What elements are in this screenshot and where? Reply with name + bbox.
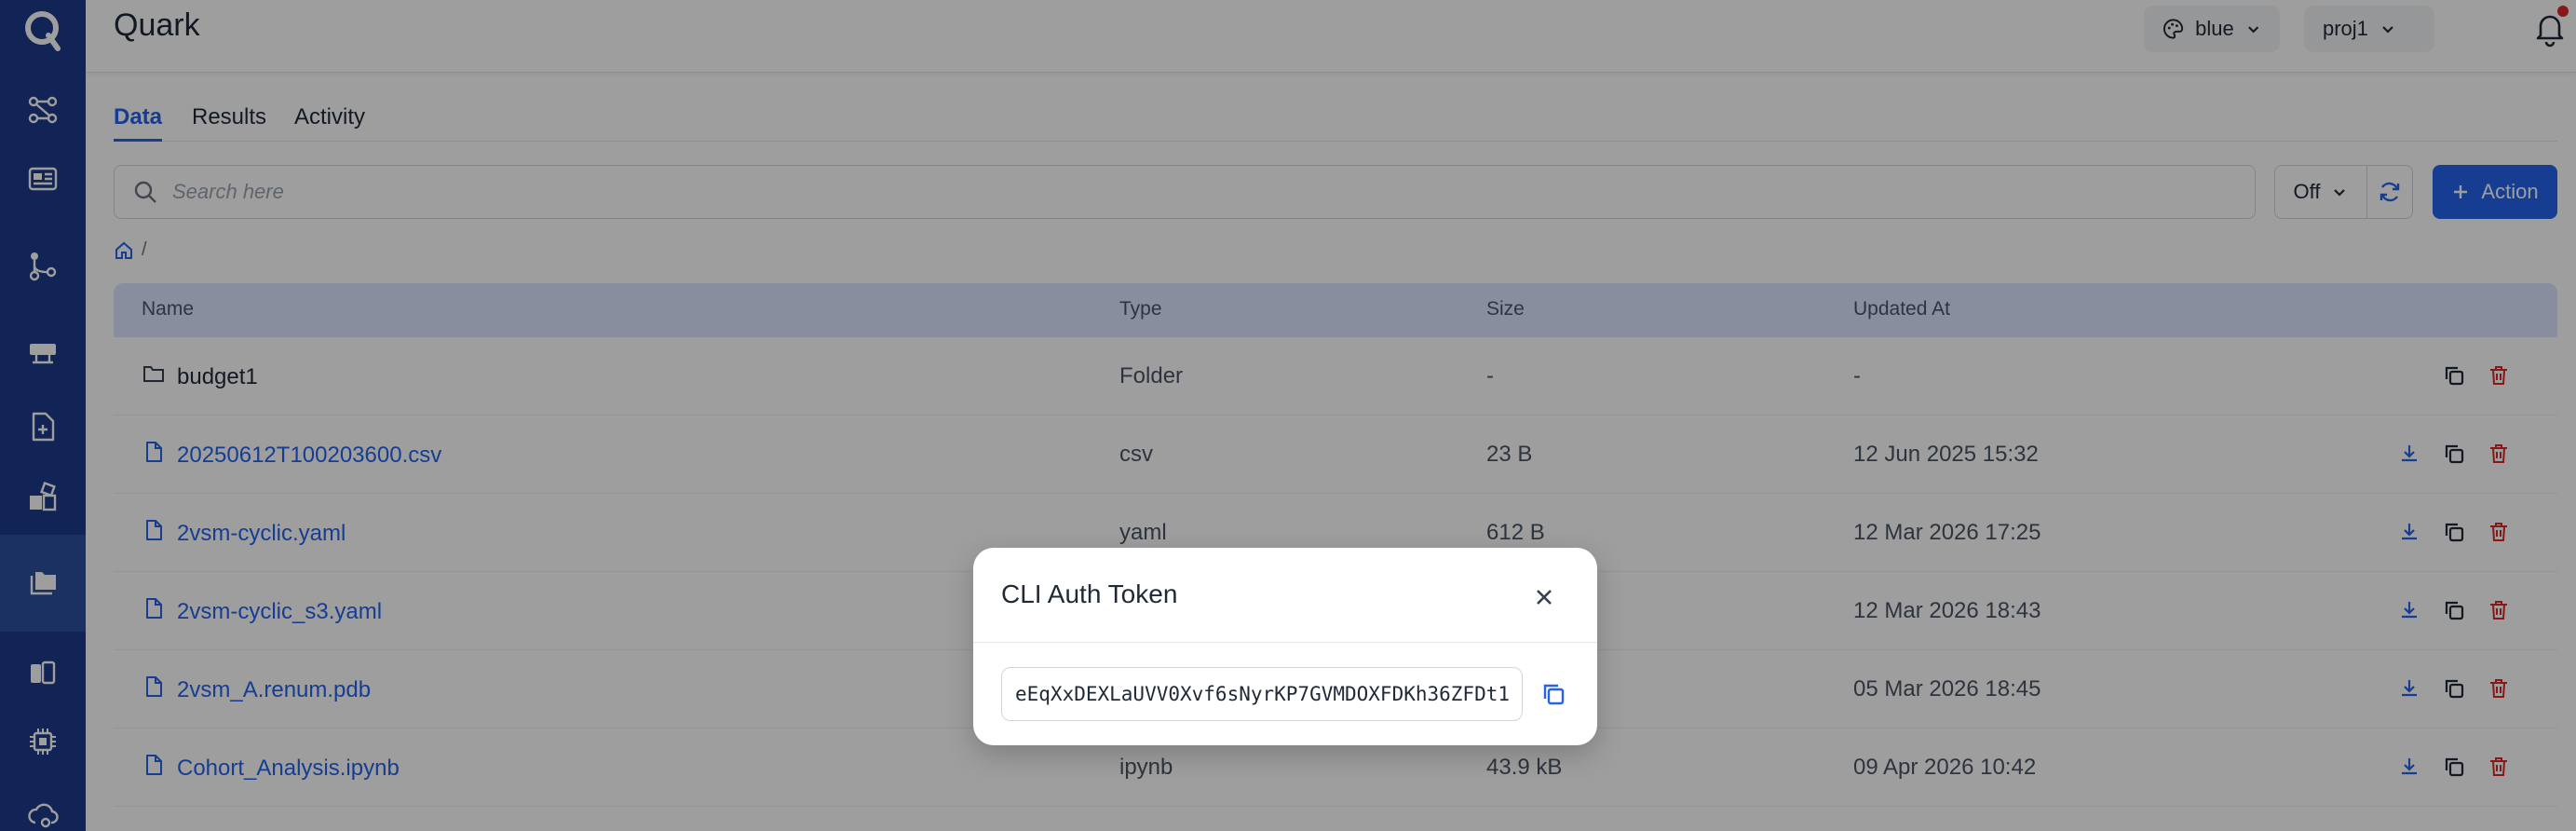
cli-auth-token-dialog: CLI Auth Token <box>973 548 1597 745</box>
close-icon[interactable] <box>1530 583 1558 611</box>
dialog-title: CLI Auth Token <box>1001 579 1178 608</box>
dialog-header: CLI Auth Token <box>973 548 1597 643</box>
copy-token-icon[interactable] <box>1538 678 1569 710</box>
token-field[interactable] <box>1001 667 1523 721</box>
